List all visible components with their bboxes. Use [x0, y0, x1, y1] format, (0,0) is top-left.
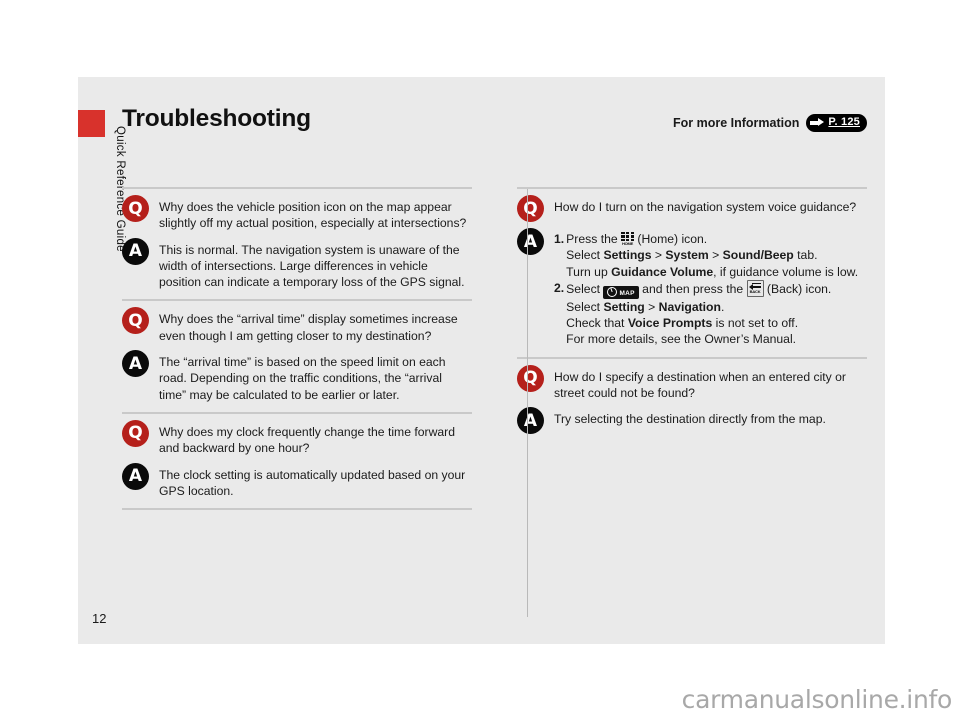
question-row: Q Why does my clock frequently change th…	[122, 419, 472, 457]
qa-block: Q Why does the “arrival time” display so…	[122, 301, 472, 411]
menu-path-item: Guidance Volume	[611, 264, 714, 279]
answer-row: A This is normal. The navigation system …	[122, 237, 472, 291]
question-text: Why does the vehicle position icon on th…	[159, 200, 467, 231]
answer-badge: A	[517, 407, 544, 435]
question-text: How do I specify a destination when an e…	[554, 369, 846, 401]
step-line: For more details, see the Owner’s Manual…	[566, 332, 797, 347]
back-button-icon: BACK	[746, 279, 764, 297]
answer-text: The clock setting is automatically updat…	[159, 467, 466, 498]
right-arrow-icon	[810, 118, 825, 127]
step-body: Select MAP and then press the BACK (Back…	[566, 279, 858, 348]
menu-path-item: System	[665, 248, 709, 263]
step-item: 1. Press the HOME (Home) icon. Select Sett…	[554, 231, 858, 280]
map-button-icon: MAP	[603, 285, 639, 299]
step-line: Check that Voice Prompts is not set to o…	[566, 316, 799, 331]
menu-path-item: Navigation	[658, 299, 721, 314]
left-column: Q Why does the vehicle position icon on …	[122, 187, 472, 617]
divider	[122, 508, 472, 511]
qa-block: Q Why does my clock frequently change th…	[122, 414, 472, 508]
home-button-icon: HOME	[621, 232, 635, 246]
answer-row: A Try selecting the destination directly…	[517, 407, 867, 435]
question-text: Why does the “arrival time” display some…	[159, 312, 458, 343]
content-columns: Q Why does the vehicle position icon on …	[122, 187, 867, 617]
answer-row: A The “arrival time” is based on the spe…	[122, 350, 472, 403]
watermark: carmanualsonline.info	[681, 685, 953, 714]
answer-row: A The clock setting is automatically upd…	[122, 462, 472, 500]
answer-badge: A	[517, 228, 544, 255]
column-divider	[527, 189, 528, 617]
chapter-color-tab	[78, 110, 105, 137]
question-badge: Q	[122, 419, 149, 447]
step-line: Turn up Guidance Volume, if guidance vol…	[566, 264, 859, 279]
menu-path-item: Voice Prompts	[627, 316, 713, 331]
menu-path-item: Setting	[603, 299, 645, 314]
answer-row: A 1. Press the HOME (Home) icon. Select Se…	[517, 228, 867, 348]
page-reference-text: P. 125	[828, 116, 860, 128]
menu-path-item: Sound/Beep	[722, 248, 794, 263]
qa-block: Q How do I turn on the navigation system…	[517, 189, 867, 357]
menu-path-item: Settings	[603, 248, 652, 263]
question-row: Q How do I specify a destination when an…	[517, 364, 867, 402]
answer-badge: A	[122, 350, 149, 378]
question-text: Why does my clock frequently change the …	[159, 424, 456, 456]
step-body: Press the HOME (Home) icon. Select Settin…	[566, 231, 858, 280]
question-badge: Q	[122, 195, 149, 222]
step-line: Select MAP and then press the BACK (Back…	[566, 279, 832, 299]
answer-steps: 1. Press the HOME (Home) icon. Select Sett…	[554, 231, 858, 348]
right-column: Q How do I turn on the navigation system…	[517, 187, 867, 617]
question-badge: Q	[517, 195, 544, 222]
manual-page: Quick Reference Guide Troubleshooting Fo…	[78, 77, 885, 644]
question-row: Q How do I turn on the navigation system…	[517, 195, 867, 222]
step-item: 2. Select MAP and then press the BACK (Ba…	[554, 279, 858, 348]
answer-badge: A	[122, 237, 149, 265]
page-number: 12	[92, 611, 107, 626]
answer-text: This is normal. The navigation system is…	[159, 242, 465, 290]
step-number: 2.	[554, 280, 565, 295]
page-header: Troubleshooting For more Information P. …	[122, 105, 867, 145]
answer-badge: A	[122, 462, 149, 490]
step-line: Select Setting > Navigation.	[566, 299, 725, 314]
step-number: 1.	[554, 232, 565, 246]
step-line: Select Settings > System > Sound/Beep ta…	[566, 248, 818, 263]
page-reference-badge[interactable]: P. 125	[806, 114, 867, 132]
question-badge: Q	[517, 364, 544, 392]
answer-text: The “arrival time” is based on the speed…	[159, 355, 446, 402]
question-row: Q Why does the “arrival time” display so…	[122, 307, 472, 344]
question-row: Q Why does the vehicle position icon on …	[122, 195, 472, 232]
page-title: Troubleshooting	[122, 105, 311, 132]
for-more-information-label: For more Information	[673, 116, 800, 130]
for-more-information: For more Information P. 125	[673, 114, 867, 132]
qa-block: Q Why does the vehicle position icon on …	[122, 189, 472, 299]
step-line: Press the HOME (Home) icon.	[566, 232, 708, 246]
question-text: How do I turn on the navigation system v…	[554, 200, 857, 214]
question-badge: Q	[122, 307, 149, 335]
answer-text: Try selecting the destination directly f…	[554, 412, 826, 427]
qa-block: Q How do I specify a destination when an…	[517, 359, 867, 444]
